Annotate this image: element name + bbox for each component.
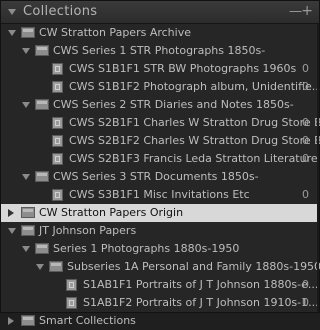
- collection-set-icon: [35, 99, 49, 110]
- collection-set-icon: [49, 261, 63, 272]
- row-label: CWS S3B1F1 Misc Invitations Etc: [69, 188, 250, 201]
- row-label: Subseries 1A Personal and Family 1880s-1…: [67, 260, 320, 273]
- row-label: S1AB1F2 Portraits of J T Johnson 1910s-1…: [83, 296, 319, 309]
- collection-set-row[interactable]: CW Stratton Papers Archive: [1, 24, 319, 42]
- row-label: JT Johnson Papers: [39, 224, 137, 237]
- collection-icon: [52, 153, 63, 165]
- collection-set-row[interactable]: Series 1 Photographs 1880s-1950: [1, 240, 319, 258]
- collection-set-row[interactable]: CWS Series 2 STR Diaries and Notes 1850s…: [1, 96, 319, 114]
- triangle-down-icon[interactable]: [22, 48, 30, 54]
- collections-header[interactable]: Collections — +: [1, 1, 319, 24]
- triangle-down-icon[interactable]: [22, 174, 30, 180]
- collection-set-icon: [21, 27, 35, 38]
- row-label: CW Stratton Papers Archive: [39, 26, 191, 39]
- collection-row[interactable]: CWS S2B1F3 Francis Leda Stratton Literat…: [1, 150, 320, 168]
- collection-set-icon: [35, 45, 49, 56]
- triangle-down-icon[interactable]: [8, 228, 16, 234]
- triangle-right-icon[interactable]: [8, 209, 14, 217]
- collection-row[interactable]: CWS S2B1F2 Charles W Stratton Drug Store…: [1, 132, 320, 150]
- photo-count: 0: [302, 134, 309, 147]
- photo-count: 0: [302, 296, 309, 309]
- row-label: CWS S2B1F2 Charles W Stratton Drug Store…: [69, 134, 320, 147]
- photo-count: 0: [302, 278, 309, 291]
- row-label: CWS S1B1F1 STR BW Photographs 1960s: [69, 62, 297, 75]
- photo-count: 0: [302, 152, 309, 165]
- collection-icon: [52, 189, 63, 201]
- collection-icon: [66, 279, 77, 291]
- row-label: CWS Series 2 STR Diaries and Notes 1850s…: [53, 98, 294, 111]
- triangle-down-icon[interactable]: [8, 9, 16, 15]
- collection-row[interactable]: CWS S1B1F1 STR BW Photographs 1960s 0: [1, 60, 319, 78]
- row-label: CWS S1B1F2 Photograph album, Unidentifie…: [69, 80, 320, 93]
- collection-row[interactable]: CWS S2B1F1 Charles W Stratton Drug Store…: [1, 114, 320, 132]
- collection-set-row[interactable]: Subseries 1A Personal and Family 1880s-1…: [1, 258, 320, 276]
- collection-row[interactable]: S1AB1F1 Portraits of J T Johnson 1880s-e…: [1, 276, 319, 294]
- photo-count: 0: [302, 116, 309, 129]
- collection-set-icon: [35, 171, 49, 182]
- triangle-down-icon[interactable]: [22, 102, 30, 108]
- collections-panel: Collections — + CW Stratton Papers Archi…: [0, 0, 320, 327]
- row-label: CWS S2B1F1 Charles W Stratton Drug Store…: [69, 116, 320, 129]
- collection-set-row[interactable]: CWS Series 3 STR Documents 1850s-: [1, 168, 319, 186]
- panel-title: Collections: [23, 4, 98, 19]
- collection-set-row[interactable]: Smart Collections: [1, 312, 319, 330]
- photo-count: 0: [302, 188, 309, 201]
- triangle-right-icon[interactable]: [8, 317, 14, 325]
- triangle-down-icon[interactable]: [8, 30, 16, 36]
- row-label: CWS Series 3 STR Documents 1850s-: [53, 170, 259, 183]
- row-label: Smart Collections: [39, 314, 136, 327]
- row-label: Series 1 Photographs 1880s-1950: [53, 242, 240, 255]
- collection-icon: [52, 81, 63, 93]
- photo-count: 0: [302, 80, 309, 93]
- row-label: S1AB1F1 Portraits of J T Johnson 1880s-e…: [83, 278, 319, 291]
- triangle-down-icon[interactable]: [36, 264, 44, 270]
- collection-set-icon: [35, 243, 49, 254]
- collection-icon: [52, 135, 63, 147]
- row-label: CWS S2B1F3 Francis Leda Stratton Literat…: [69, 152, 320, 165]
- triangle-down-icon[interactable]: [22, 246, 30, 252]
- collection-set-row[interactable]: CW Stratton Papers Origin: [1, 204, 319, 222]
- collection-set-row[interactable]: JT Johnson Papers: [1, 222, 319, 240]
- row-label: CWS Series 1 STR Photographs 1850s-: [53, 44, 266, 57]
- remove-collection-button[interactable]: —: [289, 4, 302, 19]
- collection-icon: [52, 117, 63, 129]
- collection-icon: [52, 63, 63, 75]
- collection-set-row[interactable]: CWS Series 1 STR Photographs 1850s-: [1, 42, 319, 60]
- photo-count: 0: [302, 62, 309, 75]
- row-label: CW Stratton Papers Origin: [39, 206, 184, 219]
- collection-set-icon: [21, 315, 35, 326]
- add-collection-button[interactable]: +: [301, 3, 313, 19]
- collection-set-icon: [21, 207, 35, 218]
- collection-set-icon: [21, 225, 35, 236]
- collection-row[interactable]: CWS S3B1F1 Misc Invitations Etc 0: [1, 186, 319, 204]
- collection-row[interactable]: S1AB1F2 Portraits of J T Johnson 1910s-1…: [1, 294, 319, 312]
- collection-icon: [66, 297, 77, 309]
- collection-row[interactable]: CWS S1B1F2 Photograph album, Unidentifie…: [1, 78, 320, 96]
- scrollbar[interactable]: [317, 24, 319, 312]
